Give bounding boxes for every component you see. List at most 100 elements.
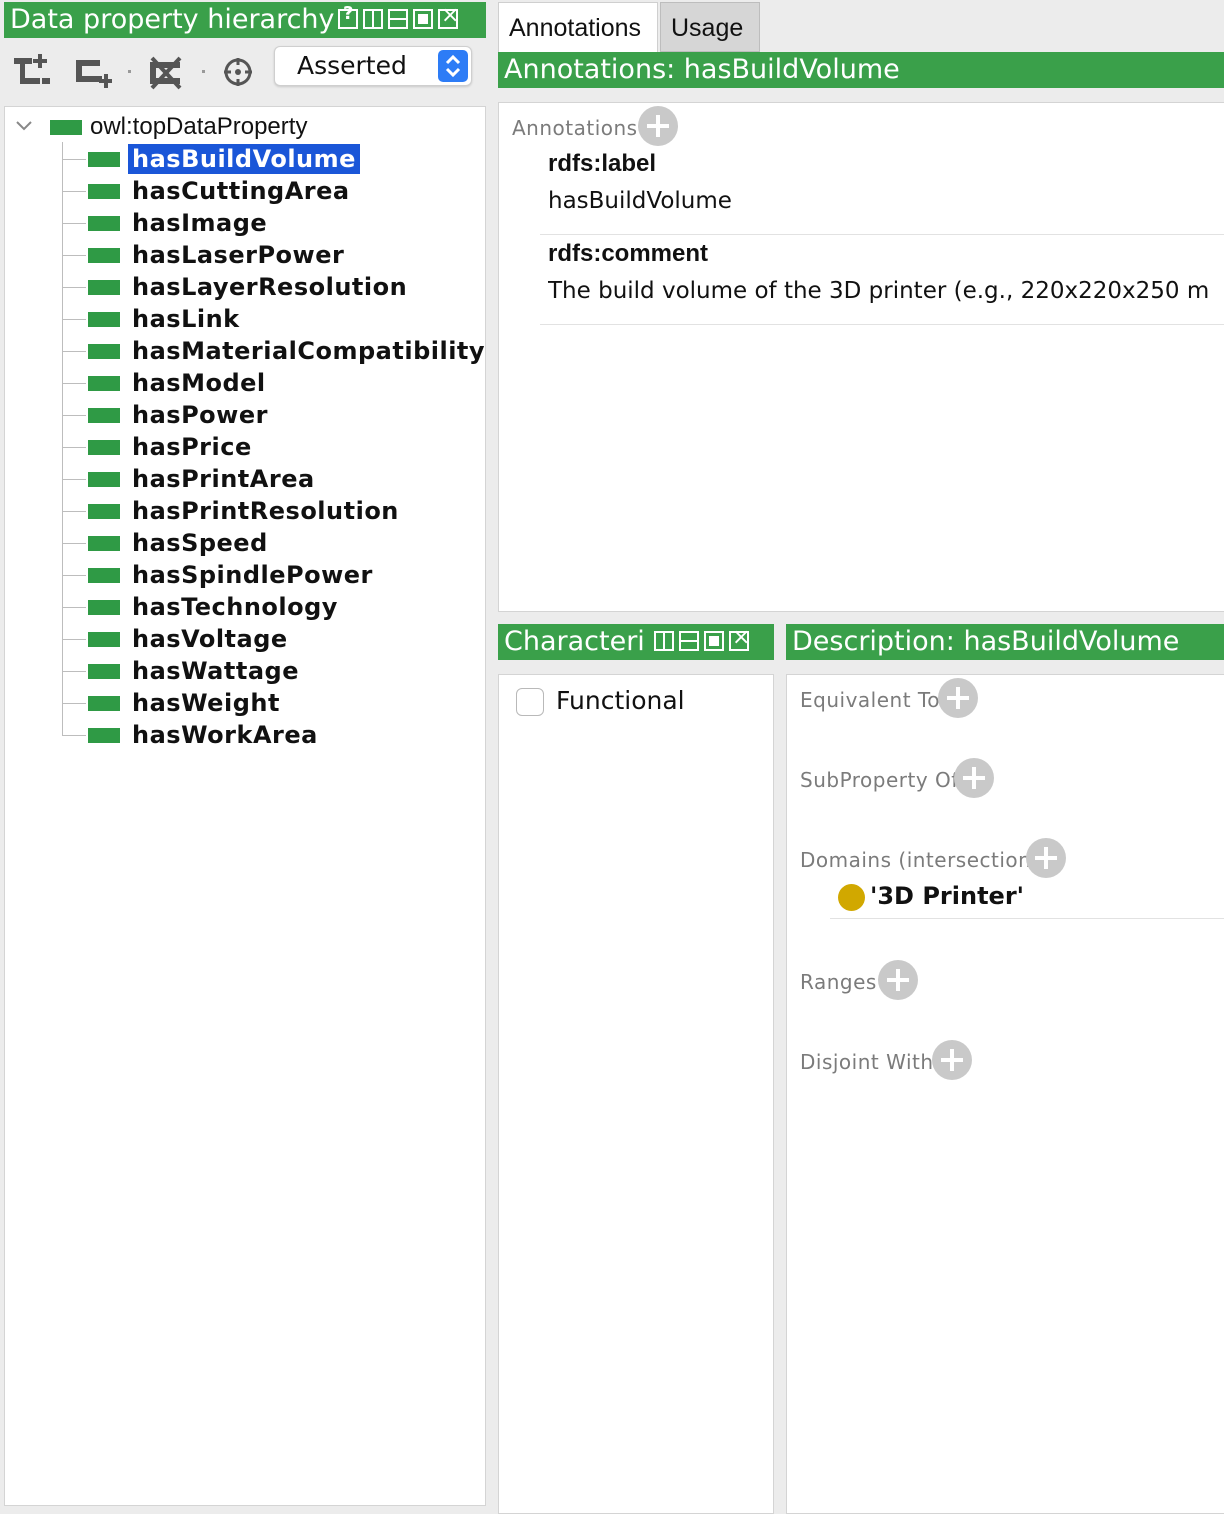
tree-item[interactable]: hasWattage (88, 656, 303, 686)
split-horizontal-icon[interactable] (388, 9, 408, 29)
tree-item[interactable]: hasCuttingArea (88, 176, 354, 206)
add-sibling-property-icon[interactable] (72, 52, 112, 92)
data-property-icon (88, 503, 120, 519)
tree-item[interactable]: hasSpeed (88, 528, 272, 558)
disjoint-with-title: Disjoint With (800, 1050, 934, 1074)
annotations-section-title: Annotations (512, 116, 638, 140)
domain-value[interactable]: '3D Printer' (870, 882, 1024, 910)
annotation-label-value: hasBuildVolume (548, 188, 732, 214)
tree-item-label: hasImage (132, 209, 268, 237)
tree-item[interactable]: hasImage (88, 208, 271, 238)
tree-item[interactable]: hasLink (88, 304, 244, 334)
annotations-header-title: Annotations: hasBuildVolume (504, 54, 900, 85)
toolbar-separator (128, 70, 131, 73)
tree-item[interactable]: hasPrice (88, 432, 256, 462)
hierarchy-mode-select[interactable]: Asserted (274, 46, 472, 86)
tree-item[interactable]: hasWeight (88, 688, 284, 718)
tree-item-label: hasPower (132, 401, 268, 429)
tree-root[interactable]: owl:topDataProperty (50, 112, 307, 142)
tree-guide-line (62, 142, 63, 736)
add-subproperty-icon[interactable] (12, 52, 52, 92)
tree-connector (62, 607, 86, 608)
tree-connector (62, 255, 86, 256)
tree-item-label: hasWeight (132, 689, 280, 717)
data-property-icon (88, 375, 120, 391)
split-horizontal-icon[interactable] (679, 631, 699, 651)
tree-item-label: hasVoltage (132, 625, 288, 653)
tree-connector (62, 351, 86, 352)
data-property-icon (88, 535, 120, 551)
data-property-icon (88, 567, 120, 583)
characteristics-window-buttons (654, 625, 750, 651)
description-header: Description: hasBuildVolume (786, 624, 1224, 660)
split-vertical-icon[interactable] (654, 631, 674, 651)
tree-item[interactable]: hasSpindlePower (88, 560, 377, 590)
data-property-icon (88, 343, 120, 359)
tree-connector (62, 287, 86, 288)
add-disjoint-icon[interactable] (932, 1040, 972, 1080)
close-icon[interactable] (438, 3, 459, 29)
hierarchy-window-buttons (338, 3, 459, 29)
annotation-comment-value: The build volume of the 3D printer (e.g.… (548, 278, 1210, 304)
tree-item[interactable]: hasTechnology (88, 592, 342, 622)
tree-item-label: hasMaterialCompatibility (132, 337, 486, 365)
tree-item-label: hasCuttingArea (132, 177, 350, 205)
maximize-icon[interactable] (413, 9, 433, 29)
tree-item[interactable]: hasPrintArea (88, 464, 319, 494)
chevron-down-icon[interactable] (14, 118, 34, 134)
tree-connector (62, 671, 86, 672)
add-range-icon[interactable] (878, 960, 918, 1000)
domains-title: Domains (intersection) (800, 848, 1040, 872)
annotations-panel (498, 102, 1224, 612)
tree-item[interactable]: hasMaterialCompatibility (88, 336, 489, 366)
tree-connector (62, 223, 86, 224)
tree-connector (62, 319, 86, 320)
tree-item[interactable]: hasBuildVolume (88, 144, 360, 174)
tree-item[interactable]: hasPrintResolution (88, 496, 403, 526)
tree-item[interactable]: hasLayerResolution (88, 272, 411, 302)
tree-item-label: hasLayerResolution (132, 273, 408, 301)
add-equivalent-icon[interactable] (938, 678, 978, 718)
tree-item-label: hasPrintArea (132, 465, 315, 493)
tree-root-label: owl:topDataProperty (90, 113, 308, 140)
add-domain-icon[interactable] (1026, 838, 1066, 878)
tree-item[interactable]: hasModel (88, 368, 270, 398)
tree-item-label: hasTechnology (132, 593, 338, 621)
data-property-icon (88, 727, 120, 743)
data-property-icon (88, 695, 120, 711)
tree-item[interactable]: hasVoltage (88, 624, 292, 654)
crosshair-icon[interactable] (220, 52, 260, 92)
maximize-icon[interactable] (704, 631, 724, 651)
help-icon[interactable] (338, 3, 358, 29)
tab-usage[interactable]: Usage (660, 2, 760, 52)
tree-item[interactable]: hasWorkArea (88, 720, 322, 750)
tree-connector (62, 447, 86, 448)
data-property-icon (88, 439, 120, 455)
characteristics-header-title: Characteri (504, 626, 645, 657)
tree-connector (62, 383, 86, 384)
annotation-comment-property[interactable]: rdfs:comment (548, 240, 708, 268)
functional-checkbox[interactable] (516, 688, 544, 716)
data-property-icon (88, 311, 120, 327)
close-icon[interactable] (729, 625, 750, 651)
annotation-label-property[interactable]: rdfs:label (548, 150, 656, 178)
tree-connector (62, 543, 86, 544)
description-header-title: Description: hasBuildVolume (792, 626, 1180, 657)
tree-item[interactable]: hasPower (88, 400, 272, 430)
add-annotation-icon[interactable] (638, 106, 678, 146)
split-vertical-icon[interactable] (363, 9, 383, 29)
equivalent-to-title: Equivalent To (800, 688, 940, 712)
tab-annotations-label: Annotations (509, 14, 642, 42)
tree-item-label: hasWattage (132, 657, 299, 685)
delete-property-icon[interactable] (146, 52, 186, 92)
tab-annotations[interactable]: Annotations (498, 2, 658, 52)
tree-connector (62, 159, 86, 160)
annotation-divider (540, 234, 1224, 235)
functional-label: Functional (556, 686, 685, 715)
hierarchy-title: Data property hierarchy (10, 4, 335, 35)
data-property-icon (88, 183, 120, 199)
tree-item[interactable]: hasLaserPower (88, 240, 348, 270)
tree-connector (62, 415, 86, 416)
add-superproperty-icon[interactable] (954, 758, 994, 798)
data-property-icon (88, 215, 120, 231)
